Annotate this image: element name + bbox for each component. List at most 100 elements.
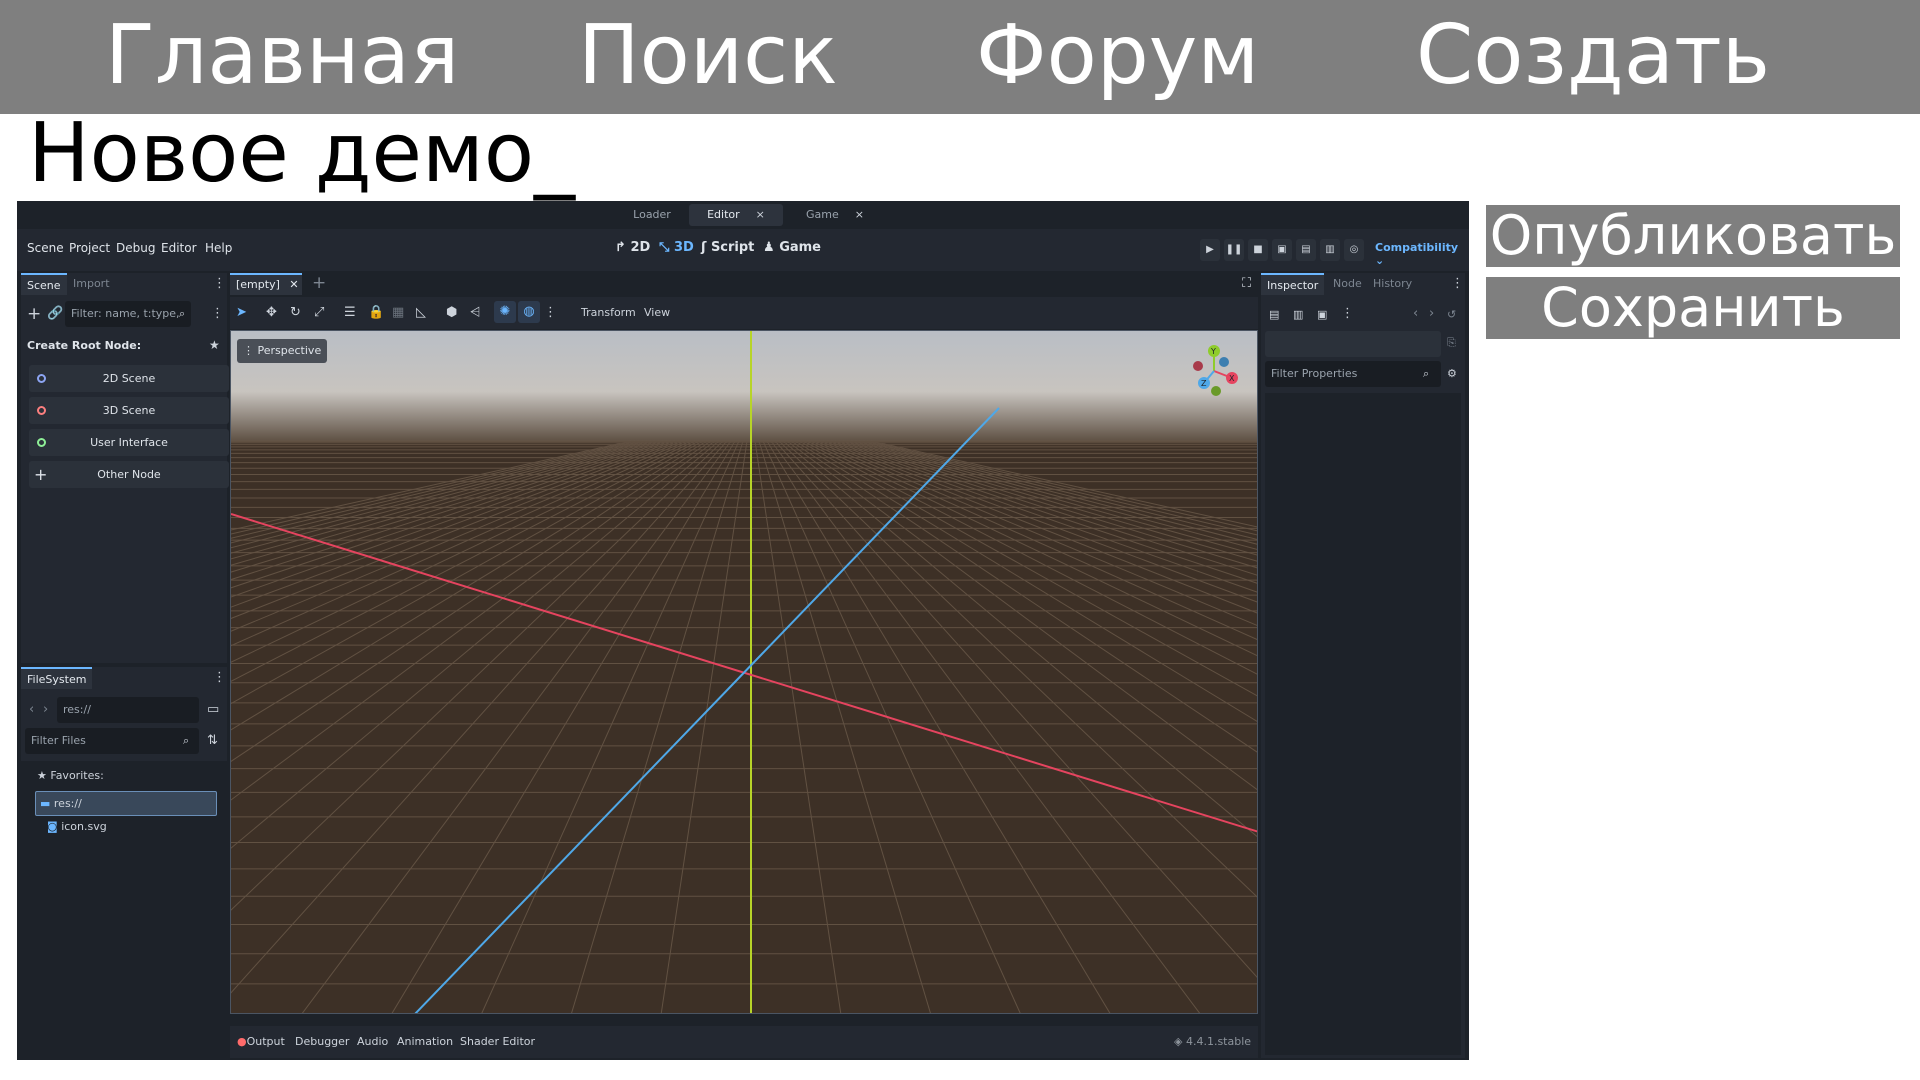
more-icon[interactable]: ⋮: [211, 306, 224, 322]
group-icon[interactable]: ▦: [392, 305, 404, 321]
nav-forum[interactable]: Форум: [976, 6, 1259, 106]
tab-shader-editor[interactable]: Shader Editor: [460, 1035, 535, 1048]
select-tool-icon[interactable]: ➤: [236, 305, 247, 321]
tab-inspector[interactable]: Inspector: [1261, 273, 1325, 295]
more-icon[interactable]: ⋮: [1451, 276, 1464, 292]
create-3d-scene-button[interactable]: 3D Scene: [29, 397, 229, 424]
lock-icon[interactable]: 🔒: [368, 305, 384, 321]
add-scene-tab-icon[interactable]: +: [312, 275, 326, 292]
tab-output[interactable]: ●Output: [237, 1035, 285, 1048]
renderer-select[interactable]: Compatibility ⌄: [1375, 241, 1469, 267]
play-custom-scene-icon[interactable]: ▥: [1320, 239, 1340, 261]
object-selector[interactable]: [1265, 331, 1441, 357]
back-icon[interactable]: ‹: [29, 702, 34, 718]
ruler-icon[interactable]: ◺: [416, 305, 426, 321]
option-label: User Interface: [90, 436, 168, 449]
forward-icon[interactable]: ›: [43, 702, 48, 718]
workspace-game[interactable]: ♟ Game: [763, 240, 821, 255]
create-ui-button[interactable]: User Interface: [29, 429, 229, 456]
sort-icon[interactable]: ⇅: [207, 733, 218, 749]
play-scene-icon[interactable]: ▤: [1296, 239, 1316, 261]
project-title[interactable]: Новое демо_: [28, 106, 575, 202]
add-node-icon[interactable]: +: [27, 306, 41, 323]
workspace-label: 2D: [630, 240, 651, 255]
view-menu[interactable]: View: [644, 306, 670, 319]
tab-filesystem[interactable]: FileSystem: [21, 667, 93, 689]
settings-icon[interactable]: ⚙: [1447, 366, 1457, 382]
window-tab-game[interactable]: Game ×: [785, 204, 885, 226]
list-select-icon[interactable]: ☰: [344, 305, 356, 321]
filter-files-input[interactable]: Filter Files: [25, 728, 199, 754]
move-tool-icon[interactable]: ✥: [266, 305, 277, 321]
doc-icon[interactable]: ⎘: [1447, 335, 1456, 351]
pause-icon[interactable]: ❚❚: [1224, 239, 1244, 261]
local-space-icon[interactable]: ⬢: [446, 305, 457, 321]
res-root-item[interactable]: ▬ res://: [35, 791, 217, 816]
perspective-menu[interactable]: ⋮ Perspective: [237, 339, 328, 363]
more-icon[interactable]: ⋮: [544, 305, 557, 321]
play-icon[interactable]: ▶: [1200, 239, 1220, 261]
back-icon[interactable]: ‹: [1413, 306, 1418, 322]
create-2d-scene-button[interactable]: 2D Scene: [29, 365, 229, 392]
nav-home[interactable]: Главная: [105, 6, 459, 106]
transform-menu[interactable]: Transform: [581, 306, 636, 319]
scale-tool-icon[interactable]: ⤢: [314, 305, 324, 321]
nav-create[interactable]: Создать: [1416, 6, 1770, 106]
workspace-3d[interactable]: ⤡ 3D: [659, 240, 694, 255]
save-button[interactable]: Сохранить: [1486, 277, 1900, 339]
more-icon[interactable]: ⋮: [213, 670, 226, 686]
godot-icon: ◈: [1174, 1035, 1183, 1048]
menu-debug[interactable]: Debug: [116, 241, 155, 255]
scene-filter-input[interactable]: Filter: name, t:type,: [65, 301, 191, 327]
environment-preview-icon[interactable]: ◍: [518, 301, 540, 323]
close-icon[interactable]: ✕: [289, 278, 298, 291]
file-item[interactable]: ◙ icon.svg: [47, 820, 107, 833]
create-other-node-button[interactable]: + Other Node: [29, 461, 229, 488]
menu-scene[interactable]: Scene: [27, 241, 64, 255]
inspector-dock: Inspector Node History ⋮ ▤ ▥ ▣ ⋮ ‹ › ↺ ⎘…: [1261, 273, 1465, 1058]
open-folder-icon[interactable]: ▥: [1293, 307, 1303, 323]
new-resource-icon[interactable]: ▤: [1269, 307, 1279, 323]
top-nav: Главная Поиск Форум Создать: [0, 0, 1920, 114]
split-view-icon[interactable]: ▭: [207, 702, 219, 718]
remote-debug-icon[interactable]: ▣: [1272, 239, 1292, 261]
history-icon[interactable]: ↺: [1447, 307, 1456, 323]
fullscreen-icon[interactable]: ⛶: [1242, 276, 1251, 292]
path-input[interactable]: res://: [57, 697, 199, 723]
menu-project[interactable]: Project: [69, 241, 110, 255]
filter-properties-input[interactable]: Filter Properties: [1265, 361, 1441, 387]
workspace-2d[interactable]: ↱ 2D: [615, 240, 650, 255]
favorite-star-icon[interactable]: ★: [209, 337, 220, 353]
publish-button[interactable]: Опубликовать: [1486, 205, 1900, 267]
rotate-tool-icon[interactable]: ↻: [290, 305, 301, 321]
menu-editor[interactable]: Editor: [161, 241, 197, 255]
3d-viewport[interactable]: ⋮ Perspective Y X Z: [230, 330, 1258, 1014]
tab-debugger[interactable]: Debugger: [295, 1035, 349, 1048]
forward-icon[interactable]: ›: [1429, 306, 1434, 322]
scene-tab-empty[interactable]: [empty] ✕: [230, 273, 302, 295]
tab-history[interactable]: History: [1367, 273, 1418, 295]
stop-icon[interactable]: ■: [1248, 239, 1268, 261]
renderer-label: Compatibility: [1375, 241, 1459, 254]
sun-preview-icon[interactable]: ✺: [494, 301, 516, 323]
axis-gizmo[interactable]: Y X Z: [1188, 341, 1248, 401]
close-icon[interactable]: ×: [855, 208, 864, 221]
tab-import[interactable]: Import: [67, 273, 116, 295]
workspace-script[interactable]: ʃ Script: [701, 240, 754, 255]
nav-search[interactable]: Поиск: [578, 6, 838, 106]
more-icon[interactable]: ⋮: [1341, 306, 1354, 322]
favorites-item[interactable]: ★ Favorites:: [37, 769, 104, 782]
tab-animation[interactable]: Animation: [397, 1035, 453, 1048]
movie-maker-icon[interactable]: ◎: [1344, 239, 1364, 261]
tab-audio[interactable]: Audio: [357, 1035, 388, 1048]
window-tab-loader[interactable]: Loader: [617, 204, 687, 226]
close-icon[interactable]: ×: [756, 208, 765, 221]
window-tab-editor[interactable]: Editor ×: [689, 204, 783, 226]
tab-node[interactable]: Node: [1327, 273, 1368, 295]
more-icon[interactable]: ⋮: [213, 276, 226, 292]
save-icon[interactable]: ▣: [1317, 307, 1327, 323]
snap-icon[interactable]: ⩤: [470, 305, 480, 321]
link-icon[interactable]: 🔗: [47, 306, 63, 322]
menu-help[interactable]: Help: [205, 241, 232, 255]
tab-scene[interactable]: Scene: [21, 273, 67, 295]
